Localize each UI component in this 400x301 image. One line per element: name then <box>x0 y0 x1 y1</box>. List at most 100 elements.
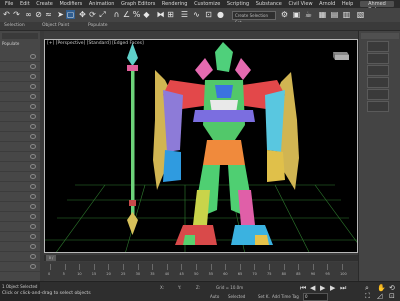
visibility-eye-icon[interactable] <box>30 124 36 129</box>
autokey-button[interactable]: Auto <box>210 294 219 299</box>
workspace-icon[interactable]: ▧ <box>356 10 365 19</box>
visibility-eye-icon[interactable] <box>30 214 36 219</box>
menu-modifiers[interactable]: Modifiers <box>59 0 82 8</box>
redo-icon[interactable]: ↷ <box>12 10 21 19</box>
next-frame-icon[interactable]: ▶ <box>330 284 335 292</box>
spinner-snap-icon[interactable]: ◆ <box>142 10 151 19</box>
menu-substance[interactable]: Substance <box>256 0 282 8</box>
menu-scripting[interactable]: Scripting <box>227 0 249 8</box>
menu-edit[interactable]: Edit <box>20 0 30 8</box>
tab-selection[interactable]: Selection <box>4 22 25 30</box>
menu-customize[interactable]: Customize <box>194 0 220 8</box>
time-slider[interactable]: 0 / 100 <box>44 255 358 266</box>
track-bar[interactable]: 0 5 10 15 20 25 30 35 40 45 50 55 60 65 70 75 80 85 90 95 10… <box>44 262 358 280</box>
selection-set-dropdown[interactable]: Create Selection Set <box>232 11 276 25</box>
visibility-eye-icon[interactable] <box>30 154 36 159</box>
visibility-eye-icon[interactable] <box>30 234 36 239</box>
schematic-icon[interactable]: ⊡ <box>204 10 213 19</box>
perspective-viewport[interactable]: [+] [Perspective] [Standard] [Edged Face… <box>44 39 358 253</box>
tab-populate[interactable]: Populate <box>88 22 108 30</box>
visibility-eye-icon[interactable] <box>30 244 36 249</box>
material-editor-icon[interactable]: ● <box>216 10 225 19</box>
percent-snap-icon[interactable]: % <box>132 10 141 19</box>
visibility-eye-icon[interactable] <box>30 254 36 259</box>
menu-help[interactable]: Help <box>342 0 353 8</box>
field-of-view-icon[interactable]: ◿ <box>377 292 382 300</box>
visibility-eye-icon[interactable] <box>30 204 36 209</box>
visibility-eye-icon[interactable] <box>30 64 36 69</box>
unlink-icon[interactable]: ⊘ <box>34 10 43 19</box>
visibility-eye-icon[interactable] <box>30 184 36 189</box>
command-panel-tabs[interactable] <box>361 33 399 39</box>
main-toolbar: ↶ ↷ ∞ ⊘ ≈ ➤ ▢ ✥ ⟳ ⤢ ∩ ∠ % ◆ ⧓ ⊞ ☰ ∿ ⊡ ● … <box>0 8 400 25</box>
timeline-tick-label: 80 <box>281 272 287 276</box>
snap-icon[interactable]: ∩ <box>112 10 121 19</box>
selected-dropdown[interactable]: Selected <box>228 294 245 299</box>
bind-icon[interactable]: ≈ <box>44 10 53 19</box>
visibility-eye-icon[interactable] <box>30 194 36 199</box>
visibility-eye-icon[interactable] <box>30 224 36 229</box>
visibility-eye-icon[interactable] <box>30 54 36 59</box>
utilities-panel-button[interactable] <box>367 101 389 112</box>
visibility-eye-icon[interactable] <box>30 264 36 269</box>
object-icon[interactable]: ▤ <box>330 10 339 19</box>
pan-icon[interactable]: ✋ <box>377 284 386 292</box>
render-setup-icon[interactable]: ⚙ <box>280 10 289 19</box>
visibility-eye-icon[interactable] <box>30 104 36 109</box>
time-slider-thumb[interactable]: 0 / 100 <box>46 255 56 266</box>
visibility-eye-icon[interactable] <box>30 74 36 79</box>
layer-icon[interactable]: ☰ <box>180 10 189 19</box>
grid-icon[interactable]: ▥ <box>342 10 351 19</box>
angle-snap-icon[interactable]: ∠ <box>122 10 131 19</box>
motion-panel-button[interactable] <box>367 77 389 88</box>
visibility-eye-icon[interactable] <box>30 144 36 149</box>
timeline-tick <box>342 264 343 270</box>
viewport-label[interactable]: [+] [Perspective] [Standard] [Edged Face… <box>47 41 144 46</box>
menu-file[interactable]: File <box>5 0 13 8</box>
align-icon[interactable]: ⊞ <box>166 10 175 19</box>
explorer-row[interactable] <box>0 261 40 272</box>
move-icon[interactable]: ✥ <box>78 10 87 19</box>
undo-icon[interactable]: ↶ <box>2 10 11 19</box>
orbit-icon[interactable]: ⟲ <box>389 284 395 292</box>
menu-rendering[interactable]: Rendering <box>162 0 188 8</box>
select-region-icon[interactable]: ▢ <box>66 10 75 19</box>
modify-panel-button[interactable] <box>367 53 389 64</box>
create-panel-button[interactable] <box>367 41 389 52</box>
menu-arnold[interactable]: Arnold <box>319 0 335 8</box>
scale-icon[interactable]: ⤢ <box>98 10 107 19</box>
hierarchy-panel-button[interactable] <box>367 65 389 76</box>
timeline-tick-label: 35 <box>150 272 155 276</box>
viewcube[interactable] <box>329 48 351 62</box>
set-key-button[interactable]: Set K. <box>258 294 270 299</box>
visibility-eye-icon[interactable] <box>30 114 36 119</box>
maximize-viewport-icon[interactable]: ⊡ <box>389 292 395 300</box>
render-icon[interactable]: ☕ <box>304 10 313 19</box>
menu-graph-editors[interactable]: Graph Editors <box>121 0 155 8</box>
render-frame-icon[interactable]: ▣ <box>292 10 301 19</box>
tab-object-paint[interactable]: Object Paint <box>42 22 69 30</box>
add-time-tag[interactable]: Add Time Tag <box>272 294 299 299</box>
go-to-start-icon[interactable]: ⏮ <box>300 284 306 293</box>
visibility-eye-icon[interactable] <box>30 134 36 139</box>
timeline-tick-label: 30 <box>135 272 141 276</box>
visibility-eye-icon[interactable] <box>30 164 36 169</box>
user-account-badge[interactable]: Ahmed Bakeer <box>360 1 394 13</box>
link-icon[interactable]: ∞ <box>24 10 33 19</box>
display-panel-button[interactable] <box>367 89 389 100</box>
play-icon[interactable]: ▶ <box>320 284 325 292</box>
visibility-eye-icon[interactable] <box>30 84 36 89</box>
timeline-tick-label: 65 <box>237 272 243 276</box>
select-icon[interactable]: ➤ <box>56 10 65 19</box>
mirror-icon[interactable]: ⧓ <box>156 10 165 19</box>
curve-editor-icon[interactable]: ∿ <box>192 10 201 19</box>
viewport-layout-icon[interactable]: ▦ <box>318 10 327 19</box>
menu-civil-view[interactable]: Civil View <box>288 0 312 8</box>
visibility-eye-icon[interactable] <box>30 174 36 179</box>
menu-animation[interactable]: Animation <box>89 0 115 8</box>
visibility-eye-icon[interactable] <box>30 94 36 99</box>
previous-frame-icon[interactable]: ◀ <box>310 284 315 292</box>
go-to-end-icon[interactable]: ⏭ <box>340 284 346 293</box>
rotate-icon[interactable]: ⟳ <box>88 10 97 19</box>
menu-create[interactable]: Create <box>36 0 53 8</box>
